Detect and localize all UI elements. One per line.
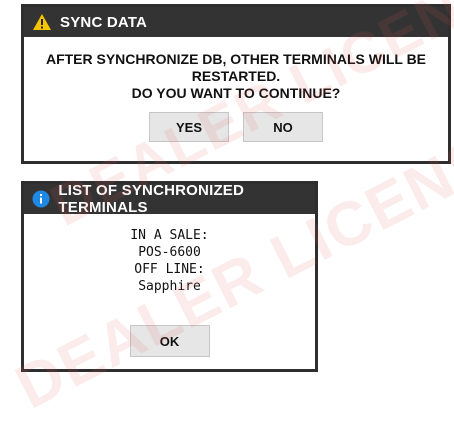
list-line: Sapphire <box>138 279 201 294</box>
terminals-titlebar: LIST OF SYNCHRONIZED TERMINALS <box>24 182 315 216</box>
info-icon <box>32 189 50 209</box>
message-line: RESTARTED. <box>191 68 281 84</box>
terminals-buttons: OK <box>24 325 315 357</box>
terminals-title: LIST OF SYNCHRONIZED TERMINALS <box>58 182 245 216</box>
sync-data-titlebar: SYNC DATA <box>24 7 448 37</box>
message-line: DO YOU WANT TO CONTINUE? <box>131 85 341 101</box>
list-line: OFF LINE: <box>134 262 205 277</box>
no-button[interactable]: NO <box>243 112 323 142</box>
message-line: AFTER SYNCHRONIZE DB, OTHER TERMINALS WI… <box>45 51 427 67</box>
sync-data-dialog: SYNC DATA AFTER SYNCHRONIZE DB, OTHER TE… <box>21 4 451 164</box>
synchronized-terminals-dialog: LIST OF SYNCHRONIZED TERMINALS IN A SALE… <box>21 181 318 372</box>
ok-button[interactable]: OK <box>129 325 210 357</box>
sync-data-buttons: YES NO <box>24 112 448 142</box>
yes-button[interactable]: YES <box>149 112 229 142</box>
warning-icon <box>32 12 52 32</box>
sync-data-title: SYNC DATA <box>60 13 148 31</box>
list-line: POS-6600 <box>138 245 201 260</box>
terminals-list: IN A SALE: POS-6600 OFF LINE: Sapphire <box>24 227 315 295</box>
list-line: IN A SALE: <box>130 228 209 243</box>
sync-data-message: AFTER SYNCHRONIZE DB, OTHER TERMINALS WI… <box>24 51 448 102</box>
